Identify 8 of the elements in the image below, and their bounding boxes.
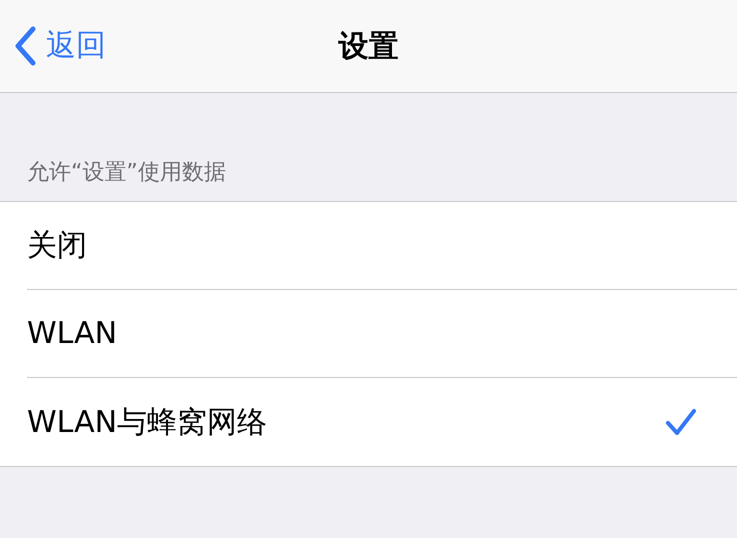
back-button[interactable]: 返回 — [14, 26, 106, 66]
section-header: 允许“设置”使用数据 — [27, 159, 226, 187]
option-row[interactable]: WLAN — [27, 290, 737, 378]
screen-title: 设置 — [338, 28, 398, 66]
option-row[interactable]: 关闭 — [27, 202, 737, 290]
option-row[interactable]: WLAN与蜂窝网络 — [27, 378, 737, 466]
checkmark-icon — [665, 408, 697, 436]
chevron-left-icon — [14, 26, 36, 66]
